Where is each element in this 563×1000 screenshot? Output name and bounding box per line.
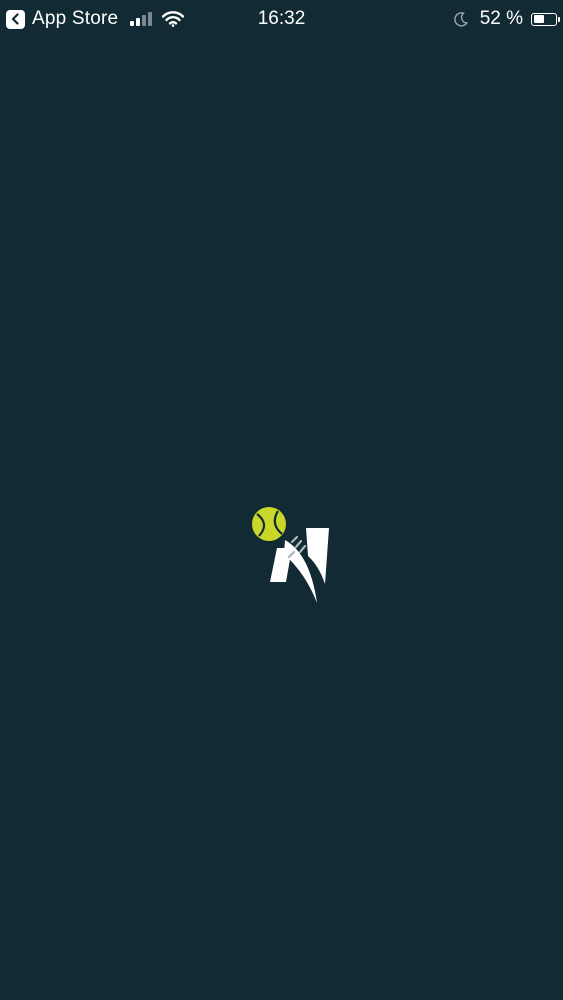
cellular-signal-icon	[130, 12, 153, 26]
logo-letter-n-icon	[270, 528, 329, 603]
back-chevron-icon[interactable]	[6, 9, 25, 29]
app-logo	[248, 504, 332, 606]
back-to-app-store[interactable]: App Store	[6, 0, 185, 38]
do-not-disturb-moon-icon	[453, 11, 468, 27]
back-app-label[interactable]: App Store	[32, 8, 118, 30]
status-bar: App Store 16:32 52 %	[0, 0, 563, 38]
battery-fill	[533, 15, 544, 23]
tennis-ball-icon	[252, 507, 286, 541]
battery-icon	[531, 12, 560, 26]
splash-screen: App Store 16:32 52 %	[0, 0, 563, 1000]
wifi-icon	[162, 11, 185, 27]
battery-percentage: 52 %	[479, 8, 523, 29]
